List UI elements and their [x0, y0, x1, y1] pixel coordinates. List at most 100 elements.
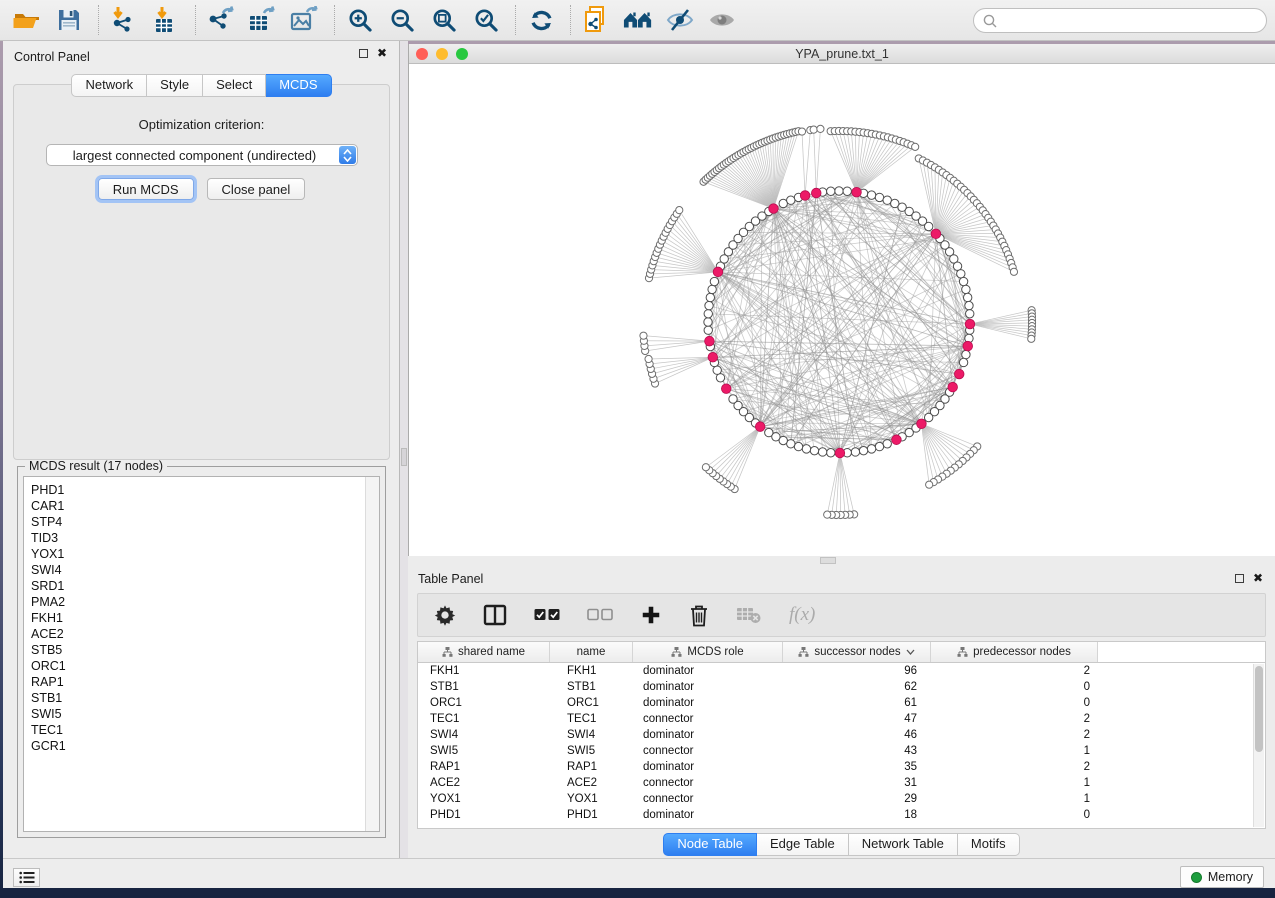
mcds-result-node[interactable]: SWI5 [31, 706, 379, 722]
table-cell[interactable]: 2 [931, 759, 1098, 775]
graph-node[interactable] [924, 413, 932, 421]
table-cell[interactable]: STB1 [550, 679, 633, 695]
graph-hub-node[interactable] [713, 267, 723, 277]
graph-hub-node[interactable] [835, 448, 845, 458]
graph-hub-node[interactable] [811, 188, 821, 198]
table-cell[interactable]: SWI4 [418, 727, 550, 743]
graph-node[interactable] [704, 318, 712, 326]
column-layout-icon[interactable] [483, 604, 507, 626]
graph-node[interactable] [713, 366, 721, 374]
graph-node[interactable] [875, 193, 883, 201]
mcds-result-node[interactable]: SRD1 [31, 578, 379, 594]
table-cell[interactable]: 62 [783, 679, 931, 695]
close-panel-icon[interactable]: ✖ [377, 48, 387, 59]
mcds-result-node[interactable]: CAR1 [31, 498, 379, 514]
graph-node[interactable] [1010, 268, 1017, 275]
graph-node[interactable] [966, 310, 974, 318]
close-traffic-light[interactable] [416, 48, 428, 60]
graph-node[interactable] [924, 222, 932, 230]
table-cell[interactable]: 0 [931, 807, 1098, 823]
table-cell[interactable]: 35 [783, 759, 931, 775]
table-row[interactable]: RAP1RAP1dominator352 [418, 759, 1265, 775]
mcds-result-node[interactable]: PMA2 [31, 594, 379, 610]
graph-hub-node[interactable] [963, 341, 973, 351]
table-cell[interactable]: dominator [633, 807, 783, 823]
table-row[interactable]: SWI5SWI5connector431 [418, 743, 1265, 759]
table-cell[interactable]: 47 [783, 711, 931, 727]
graph-node[interactable] [676, 207, 683, 214]
graph-node[interactable] [705, 301, 713, 309]
graph-hub-node[interactable] [954, 369, 964, 379]
table-cell[interactable]: FKH1 [418, 663, 550, 679]
share-document-icon[interactable] [581, 5, 611, 35]
column-header-shared-name[interactable]: shared name [418, 642, 550, 662]
graph-hub-node[interactable] [705, 336, 715, 346]
table-row[interactable]: TEC1TEC1connector472 [418, 711, 1265, 727]
table-row[interactable]: YOX1YOX1connector291 [418, 791, 1265, 807]
table-cell[interactable]: FKH1 [550, 663, 633, 679]
graph-hub-node[interactable] [721, 384, 731, 394]
mcds-result-node[interactable]: STB1 [31, 690, 379, 706]
graph-hub-node[interactable] [892, 435, 902, 445]
column-header-successor-nodes[interactable]: successor nodes [783, 642, 931, 662]
graph-hub-node[interactable] [852, 187, 862, 197]
graph-node[interactable] [640, 332, 647, 339]
memory-button[interactable]: Memory [1180, 866, 1264, 888]
graph-hub-node[interactable] [769, 204, 779, 214]
export-image-icon[interactable] [290, 5, 320, 35]
table-row[interactable]: ACE2ACE2connector311 [418, 775, 1265, 791]
graph-node[interactable] [817, 125, 824, 132]
table-cell[interactable]: PHD1 [550, 807, 633, 823]
graph-hub-node[interactable] [931, 229, 941, 239]
table-row[interactable]: PHD1PHD1dominator180 [418, 807, 1265, 823]
mcds-result-node[interactable]: ORC1 [31, 658, 379, 674]
table-cell[interactable]: YOX1 [418, 791, 550, 807]
table-cell[interactable]: dominator [633, 695, 783, 711]
column-header-name[interactable]: name [550, 642, 633, 662]
mcds-result-node[interactable]: YOX1 [31, 546, 379, 562]
graph-node[interactable] [867, 191, 875, 199]
zoom-out-icon[interactable] [387, 5, 417, 35]
graph-hub-node[interactable] [755, 422, 765, 432]
graph-node[interactable] [827, 187, 835, 195]
graph-node[interactable] [704, 310, 712, 318]
table-cell[interactable]: TEC1 [550, 711, 633, 727]
table-cell[interactable]: dominator [633, 679, 783, 695]
graph-hub-node[interactable] [800, 191, 810, 201]
import-table-icon[interactable] [151, 5, 181, 35]
delete-column-icon[interactable] [689, 604, 709, 627]
table-cell[interactable]: dominator [633, 663, 783, 679]
open-file-icon[interactable] [12, 5, 42, 35]
mcds-result-node[interactable]: STB5 [31, 642, 379, 658]
tab-network-table[interactable]: Network Table [849, 833, 958, 856]
horizontal-splitter[interactable] [408, 556, 1275, 566]
hide-eye-icon[interactable] [665, 5, 695, 35]
zoom-selected-icon[interactable] [471, 5, 501, 35]
graph-node[interactable] [708, 285, 716, 293]
graph-node[interactable] [867, 445, 875, 453]
criterion-dropdown[interactable]: largest connected component (undirected) [46, 144, 358, 166]
graph-node[interactable] [965, 301, 973, 309]
graph-node[interactable] [827, 449, 835, 457]
graph-node[interactable] [702, 464, 709, 471]
mcds-result-node[interactable]: PHD1 [31, 482, 379, 498]
task-history-button[interactable] [13, 868, 40, 887]
table-cell[interactable]: 46 [783, 727, 931, 743]
mcds-result-node[interactable]: SWI4 [31, 562, 379, 578]
graph-node[interactable] [710, 277, 718, 285]
table-cell[interactable]: RAP1 [550, 759, 633, 775]
table-settings-icon[interactable] [434, 604, 456, 626]
table-cell[interactable]: 61 [783, 695, 931, 711]
tab-style[interactable]: Style [147, 74, 203, 97]
network-window-titlebar[interactable]: YPA_prune.txt_1 [409, 44, 1275, 64]
table-row[interactable]: FKH1FKH1dominator962 [418, 663, 1265, 679]
splitter-grip[interactable] [820, 557, 836, 564]
graph-node[interactable] [959, 277, 967, 285]
graph-node[interactable] [957, 270, 965, 278]
table-cell[interactable]: 43 [783, 743, 931, 759]
table-cell[interactable]: ORC1 [550, 695, 633, 711]
table-cell[interactable]: SWI5 [418, 743, 550, 759]
tab-select[interactable]: Select [203, 74, 266, 97]
table-cell[interactable]: 1 [931, 775, 1098, 791]
table-cell[interactable]: SWI5 [550, 743, 633, 759]
